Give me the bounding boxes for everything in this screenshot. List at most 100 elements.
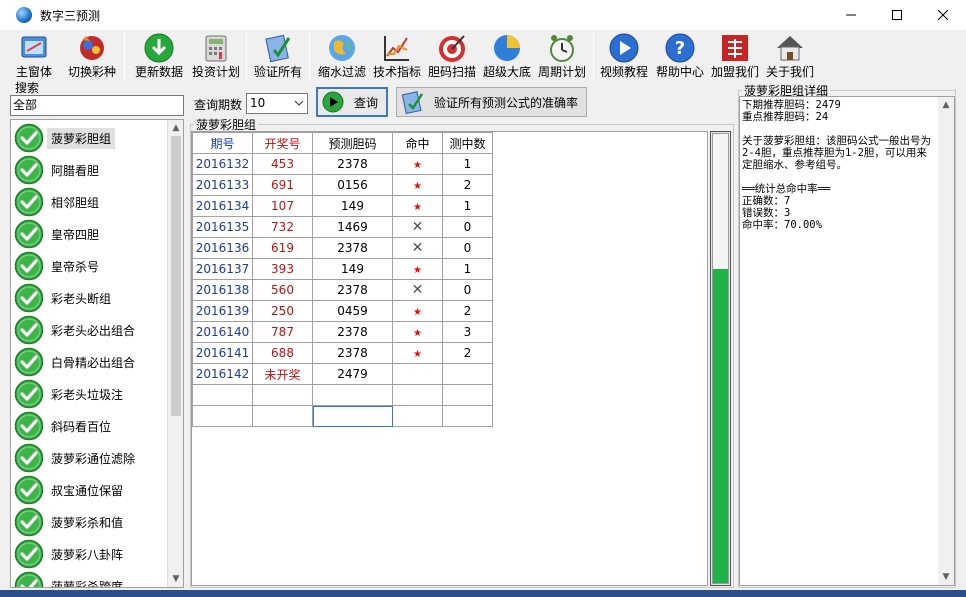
formula-item[interactable]: 彩老头必出组合 bbox=[11, 314, 169, 346]
formula-item[interactable]: 菠萝彩杀跨度 bbox=[11, 570, 169, 587]
verify-all-formulas-button[interactable]: 验证所有预测公式的准确率 bbox=[396, 87, 587, 117]
toolbar-main-window-button[interactable]: 主窗体 bbox=[14, 32, 54, 82]
cell-empty[interactable] bbox=[192, 384, 253, 406]
cell-period[interactable]: 2016134 bbox=[192, 195, 253, 217]
cell-predicted-code[interactable]: 149 bbox=[312, 258, 393, 280]
cell-hit[interactable]: ★ bbox=[392, 153, 443, 175]
cell-hit[interactable]: ✕ bbox=[392, 279, 443, 301]
scroll-down-icon[interactable]: ▼ bbox=[168, 571, 183, 587]
cell-period[interactable]: 2016137 bbox=[192, 258, 253, 280]
scroll-down-icon[interactable]: ▼ bbox=[938, 569, 954, 585]
scroll-thumb[interactable] bbox=[171, 136, 181, 416]
cell-hit-count[interactable]: 1 bbox=[442, 258, 493, 280]
table-row[interactable]: 2016141 688 2378 ★ 2 bbox=[192, 342, 493, 364]
cell-period[interactable]: 2016135 bbox=[192, 216, 253, 238]
formula-item[interactable]: 皇帝杀号 bbox=[11, 250, 169, 282]
table-row[interactable]: 2016138 560 2378 ✕ 0 bbox=[192, 279, 493, 301]
cell-empty[interactable] bbox=[442, 384, 493, 406]
toolbar-investment-plan-button[interactable]: 投资计划 bbox=[190, 32, 242, 82]
search-input[interactable]: 全部 bbox=[10, 95, 184, 116]
cell-hit-count[interactable] bbox=[442, 363, 493, 385]
table-row[interactable]: 2016137 393 149 ★ 1 bbox=[192, 258, 493, 280]
cell-period[interactable]: 2016142 bbox=[192, 363, 253, 385]
cell-draw-number[interactable]: 393 bbox=[252, 258, 313, 280]
cell-hit-count[interactable]: 0 bbox=[442, 216, 493, 238]
toolbar-join-us-button[interactable]: 加盟我们 bbox=[709, 32, 761, 82]
cell-period[interactable]: 2016140 bbox=[192, 321, 253, 343]
cell-empty[interactable] bbox=[192, 405, 253, 427]
minimize-button[interactable] bbox=[828, 0, 874, 30]
prediction-table-area[interactable]: 期号 开奖号 预测胆码 命中 测中数 2016132 453 2378 ★ 1 20161… bbox=[191, 131, 708, 586]
cell-hit[interactable]: ✕ bbox=[392, 216, 443, 238]
header-hit-count[interactable]: 测中数 bbox=[442, 132, 493, 154]
detail-textbox[interactable]: 下期推荐胆码：2479 重点推荐胆码：24 关于菠萝彩胆组：该胆码公式一般出号为… bbox=[739, 96, 955, 586]
toolbar-filter-button[interactable]: 缩水过滤 bbox=[316, 32, 368, 82]
formula-item[interactable]: 菠萝彩通位滤除 bbox=[11, 442, 169, 474]
cell-hit-count[interactable]: 1 bbox=[442, 195, 493, 217]
cell-hit[interactable]: ★ bbox=[392, 342, 443, 364]
header-hit[interactable]: 命中 bbox=[392, 132, 443, 154]
maximize-button[interactable] bbox=[874, 0, 920, 30]
cell-period[interactable]: 2016141 bbox=[192, 342, 253, 364]
scroll-up-icon[interactable]: ▲ bbox=[168, 120, 183, 136]
formula-list[interactable]: ▲ ▼ 菠萝彩胆组 阿腊看胆 相邻胆组 皇帝四胆 皇帝杀号 彩老头断组 彩老头必出组合 白骨精… bbox=[10, 119, 184, 588]
cell-draw-number[interactable]: 453 bbox=[252, 153, 313, 175]
cell-hit[interactable]: ★ bbox=[392, 300, 443, 322]
cell-draw-number[interactable]: 560 bbox=[252, 279, 313, 301]
table-row-empty[interactable] bbox=[192, 384, 493, 406]
cell-empty[interactable] bbox=[392, 384, 443, 406]
cell-empty[interactable] bbox=[442, 405, 493, 427]
toolbar-verify-all-button[interactable]: 验证所有 bbox=[252, 32, 304, 82]
cell-predicted-code[interactable]: 2479 bbox=[312, 363, 393, 385]
cell-hit[interactable]: ★ bbox=[392, 195, 443, 217]
period-count-select[interactable]: 10 bbox=[246, 93, 308, 114]
cell-draw-number[interactable]: 688 bbox=[252, 342, 313, 364]
cell-empty[interactable] bbox=[312, 384, 393, 406]
scroll-up-icon[interactable]: ▲ bbox=[938, 97, 954, 113]
table-row[interactable]: 2016142 未开奖 2479 bbox=[192, 363, 493, 385]
cell-empty[interactable] bbox=[252, 384, 313, 406]
cell-hit-count[interactable]: 2 bbox=[442, 300, 493, 322]
cell-draw-number[interactable]: 732 bbox=[252, 216, 313, 238]
detail-scrollbar[interactable]: ▲ ▼ bbox=[938, 97, 954, 585]
cell-period[interactable]: 2016133 bbox=[192, 174, 253, 196]
toolbar-scan-button[interactable]: 胆码扫描 bbox=[426, 32, 478, 82]
table-row[interactable]: 2016135 732 1469 ✕ 0 bbox=[192, 216, 493, 238]
query-button[interactable]: 查询 bbox=[316, 87, 388, 117]
cell-predicted-code[interactable]: 2378 bbox=[312, 342, 393, 364]
table-row-empty[interactable] bbox=[192, 405, 493, 427]
cell-empty[interactable] bbox=[312, 405, 393, 427]
cell-hit-count[interactable]: 2 bbox=[442, 342, 493, 364]
cell-draw-number[interactable]: 691 bbox=[252, 174, 313, 196]
cell-hit-count[interactable]: 0 bbox=[442, 279, 493, 301]
header-period[interactable]: 期号 bbox=[192, 132, 253, 154]
toolbar-super-bottom-button[interactable]: 超级大底 bbox=[481, 32, 533, 82]
cell-hit-count[interactable]: 0 bbox=[442, 237, 493, 259]
close-button[interactable] bbox=[920, 0, 966, 30]
table-row[interactable]: 2016139 250 0459 ★ 2 bbox=[192, 300, 493, 322]
cell-period[interactable]: 2016132 bbox=[192, 153, 253, 175]
toolbar-switch-lottery-button[interactable]: 切换彩种 bbox=[66, 32, 118, 82]
cell-draw-number[interactable]: 未开奖 bbox=[252, 363, 313, 385]
formula-item[interactable]: 皇帝四胆 bbox=[11, 218, 169, 250]
cell-predicted-code[interactable]: 2378 bbox=[312, 279, 393, 301]
cell-hit[interactable]: ★ bbox=[392, 174, 443, 196]
cell-predicted-code[interactable]: 2378 bbox=[312, 153, 393, 175]
formula-item[interactable]: 菠萝彩胆组 bbox=[11, 122, 169, 154]
cell-draw-number[interactable]: 619 bbox=[252, 237, 313, 259]
formula-item[interactable]: 菠萝彩杀和值 bbox=[11, 506, 169, 538]
cell-predicted-code[interactable]: 0459 bbox=[312, 300, 393, 322]
table-row[interactable]: 2016133 691 0156 ★ 2 bbox=[192, 174, 493, 196]
header-predicted-code[interactable]: 预测胆码 bbox=[312, 132, 393, 154]
cell-empty[interactable] bbox=[252, 405, 313, 427]
table-row[interactable]: 2016140 787 2378 ★ 3 bbox=[192, 321, 493, 343]
cell-period[interactable]: 2016138 bbox=[192, 279, 253, 301]
toolbar-cycle-plan-button[interactable]: 周期计划 bbox=[536, 32, 588, 82]
formula-item[interactable]: 阿腊看胆 bbox=[11, 154, 169, 186]
cell-hit[interactable]: ★ bbox=[392, 321, 443, 343]
formula-item[interactable]: 彩老头断组 bbox=[11, 282, 169, 314]
toolbar-help-center-button[interactable]: ? 帮助中心 bbox=[654, 32, 706, 82]
formula-item[interactable]: 斜码看百位 bbox=[11, 410, 169, 442]
table-row[interactable]: 2016136 619 2378 ✕ 0 bbox=[192, 237, 493, 259]
toolbar-tech-index-button[interactable]: 技术指标 bbox=[371, 32, 423, 82]
